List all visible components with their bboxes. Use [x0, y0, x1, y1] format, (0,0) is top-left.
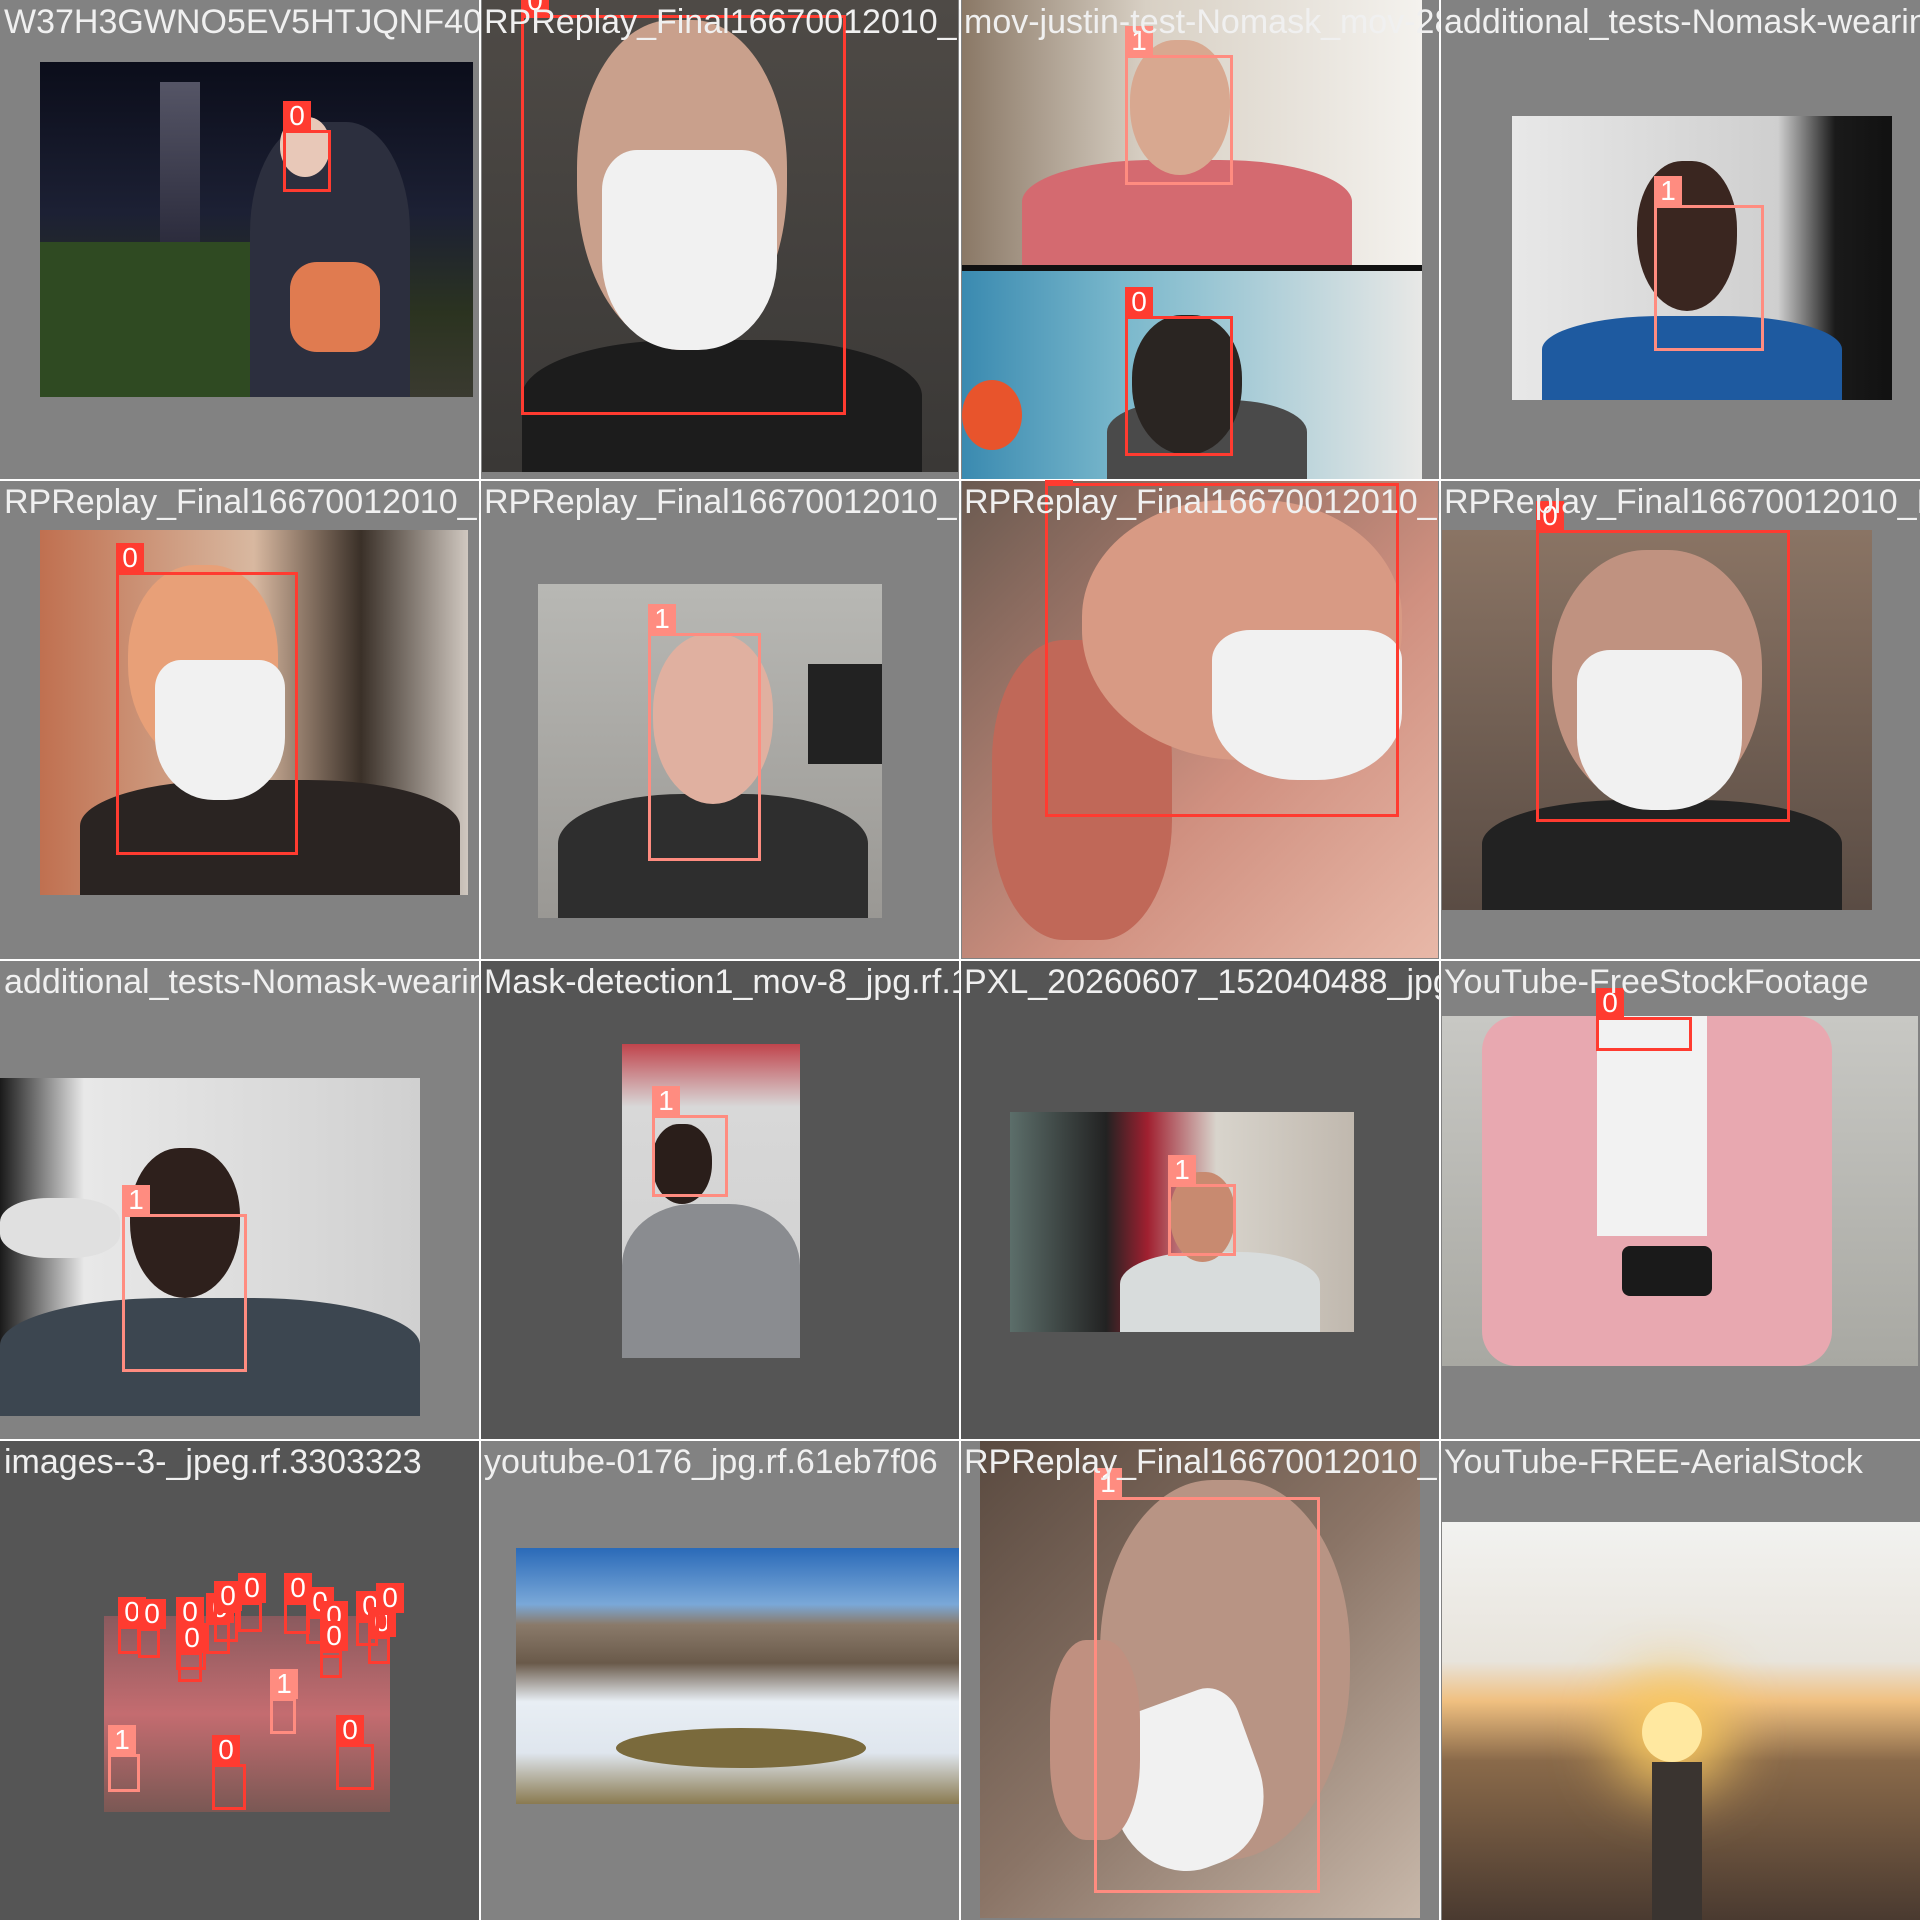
tile-filename: RPReplay_Final16670012010_MP4-173_jpg.rf… — [484, 483, 960, 521]
tile-filename: RPReplay_Final16670012010_MP4-11_jpg.rf. — [484, 3, 960, 41]
tile-filename: Mask-detection1_mov-8_jpg.rf.1092 — [484, 963, 960, 1001]
grid-tile[interactable]: 0 0 0 0 0 0 0 0 0 0 0 0 0 0 1 1 0 0 imag… — [0, 1440, 480, 1920]
class-label: 0 — [138, 1599, 166, 1629]
grid-tile[interactable]: 0 W37H3GWNO5EV5HTJQNF40RRRGY_jpg.rf.1667 — [0, 0, 480, 480]
tile-filename: YouTube-FREE-AerialStock — [1444, 1443, 1863, 1481]
grid-tile[interactable]: 1 RPReplay_Final16670012010_MP4- — [960, 1440, 1440, 1920]
class-label: 0 — [336, 1715, 364, 1745]
class-label: 0 — [116, 543, 144, 573]
grid-tile[interactable]: 1 additional_tests-Nomask-wearing-test-6 — [1440, 0, 1920, 480]
tile-image — [516, 1548, 960, 1804]
class-label: 1 — [108, 1725, 136, 1755]
grid-tile[interactable]: 1 additional_tests-Nomask-wearing-test-9… — [0, 960, 480, 1440]
tile-image — [1442, 1016, 1918, 1366]
tile-image — [1442, 1522, 1920, 1920]
prediction-grid: 0 W37H3GWNO5EV5HTJQNF40RRRGY_jpg.rf.1667… — [0, 0, 1920, 1920]
tile-filename: RPReplay_Final16670012010_MP4- — [1444, 483, 1920, 521]
class-label: 1 — [122, 1185, 150, 1215]
grid-tile[interactable]: 0 RPReplay_Final16670012010_MP4-11_jpg.r… — [480, 0, 960, 480]
grid-tile[interactable]: 1 Mask-detection1_mov-8_jpg.rf.1092 — [480, 960, 960, 1440]
class-label: 0 — [283, 101, 311, 131]
grid-tile[interactable]: youtube-0176_jpg.rf.61eb7f06 — [480, 1440, 960, 1920]
grid-tile[interactable]: 0 RPReplay_Final16670012010_MP4-320_jpg.… — [960, 480, 1440, 960]
class-label: 0 — [178, 1623, 206, 1653]
tile-filename: PXL_20260607_152040488_jpg.rf.9 — [964, 963, 1440, 1001]
class-label: 0 — [212, 1735, 240, 1765]
class-label: 1 — [648, 604, 676, 634]
tile-filename: images--3-_jpeg.rf.3303323 — [4, 1443, 422, 1481]
class-label: 1 — [1654, 176, 1682, 206]
class-label: 0 — [1125, 287, 1153, 317]
tile-image — [622, 1044, 800, 1358]
tile-filename: additional_tests-Nomask-wearing-test-6 — [1444, 3, 1920, 41]
tile-filename: mov-justin-test-Nomask_mov-28_jpg.rf. — [964, 3, 1440, 41]
grid-tile[interactable]: 0 RPReplay_Final16670012010_MP4- — [1440, 480, 1920, 960]
tile-filename: YouTube-FreeStockFootage — [1444, 963, 1869, 1001]
tile-filename: youtube-0176_jpg.rf.61eb7f06 — [484, 1443, 938, 1481]
tile-filename: RPReplay_Final16670012010_MP4- — [964, 1443, 1440, 1481]
grid-tile[interactable]: 1 0 mov-justin-test-Nomask_mov-28_jpg.rf… — [960, 0, 1440, 480]
class-label: 0 — [238, 1573, 266, 1603]
grid-tile[interactable]: 0 RPReplay_Final16670012010_MP4-149_jpg.… — [0, 480, 480, 960]
grid-tile[interactable]: 1 RPReplay_Final16670012010_MP4-173_jpg.… — [480, 480, 960, 960]
tile-filename: W37H3GWNO5EV5HTJQNF40RRRGY_jpg.rf.1667 — [4, 3, 480, 41]
class-label: 1 — [652, 1086, 680, 1116]
class-label: 0 — [320, 1621, 348, 1651]
grid-tile[interactable]: 1 PXL_20260607_152040488_jpg.rf.9 — [960, 960, 1440, 1440]
grid-tile[interactable]: 0 YouTube-FreeStockFootage — [1440, 960, 1920, 1440]
tile-filename: additional_tests-Nomask-wearing-test-9_ — [4, 963, 480, 1001]
tile-filename: RPReplay_Final16670012010_MP4-320_jpg.rf… — [964, 483, 1440, 521]
tile-filename: RPReplay_Final16670012010_MP4-149_jpg.rf… — [4, 483, 480, 521]
class-label: 1 — [270, 1669, 298, 1699]
class-label: 0 — [376, 1583, 404, 1613]
class-label: 1 — [1168, 1155, 1196, 1185]
grid-tile[interactable]: YouTube-FREE-AerialStock — [1440, 1440, 1920, 1920]
tile-image — [40, 62, 473, 397]
